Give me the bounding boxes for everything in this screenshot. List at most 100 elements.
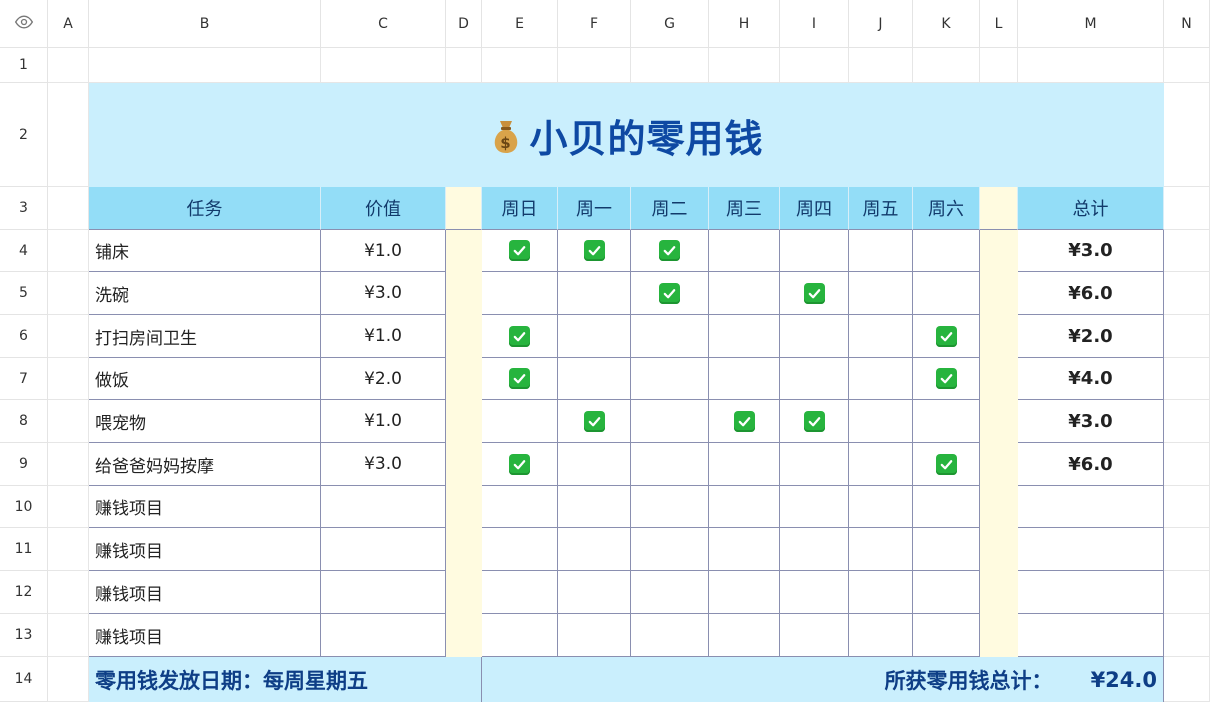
row-header-8[interactable]: 8 [0,400,48,443]
day-cell[interactable] [709,230,780,272]
task-name[interactable]: 给爸爸妈妈按摩 [89,443,321,486]
day-cell[interactable] [780,443,849,486]
day-cell[interactable] [780,315,849,358]
row-header-12[interactable]: 12 [0,571,48,614]
day-cell[interactable] [849,358,913,400]
separator-cell[interactable] [980,272,1018,315]
day-cell[interactable] [913,528,980,571]
day-cell[interactable] [780,400,849,443]
day-cell[interactable] [913,571,980,614]
separator-cell[interactable] [980,486,1018,528]
day-cell[interactable] [913,272,980,315]
cell-a13[interactable] [48,614,89,657]
column-header-m[interactable]: M [1018,0,1164,48]
separator-cell[interactable] [446,443,482,486]
cell-row1[interactable] [1018,48,1164,83]
separator-cell[interactable] [446,486,482,528]
day-cell[interactable] [631,528,709,571]
separator-cell[interactable] [980,315,1018,358]
cell-a6[interactable] [48,315,89,358]
cell-n6[interactable] [1164,315,1210,358]
cell-n7[interactable] [1164,358,1210,400]
header-task[interactable]: 任务 [89,187,321,230]
task-total[interactable] [1018,571,1164,614]
sheet-title[interactable]: $ 小贝的零用钱 [89,83,1164,187]
column-header-e[interactable]: E [482,0,558,48]
cell-n12[interactable] [1164,571,1210,614]
task-value[interactable]: ¥2.0 [321,358,446,400]
day-cell[interactable] [558,272,631,315]
day-cell[interactable] [709,614,780,657]
day-cell[interactable] [849,230,913,272]
cell-a3[interactable] [48,187,89,230]
day-cell[interactable] [849,400,913,443]
cell-row1[interactable] [89,48,321,83]
day-cell[interactable] [558,486,631,528]
task-value[interactable]: ¥3.0 [321,443,446,486]
day-cell[interactable] [482,315,558,358]
row-header-14[interactable]: 14 [0,657,48,702]
day-cell[interactable] [849,528,913,571]
cell-a12[interactable] [48,571,89,614]
day-cell[interactable] [709,315,780,358]
cell-n3[interactable] [1164,187,1210,230]
cell-a1[interactable] [48,48,89,83]
day-cell[interactable] [631,315,709,358]
cell-a10[interactable] [48,486,89,528]
day-cell[interactable] [482,272,558,315]
task-name[interactable]: 喂宠物 [89,400,321,443]
task-value[interactable] [321,528,446,571]
day-cell[interactable] [780,528,849,571]
separator-cell[interactable] [980,528,1018,571]
day-cell[interactable] [780,571,849,614]
task-value[interactable]: ¥1.0 [321,400,446,443]
cell-row1[interactable] [913,48,980,83]
row-header-11[interactable]: 11 [0,528,48,571]
day-cell[interactable] [558,528,631,571]
cell-row1[interactable] [631,48,709,83]
day-cell[interactable] [849,272,913,315]
cell-row1[interactable] [321,48,446,83]
cell-n2[interactable] [1164,83,1210,187]
task-total[interactable]: ¥6.0 [1018,272,1164,315]
row-header-2[interactable]: 2 [0,83,48,187]
day-cell[interactable] [913,400,980,443]
task-total[interactable]: ¥6.0 [1018,443,1164,486]
task-value[interactable]: ¥1.0 [321,315,446,358]
day-cell[interactable] [913,230,980,272]
day-cell[interactable] [482,400,558,443]
separator-cell[interactable] [980,571,1018,614]
day-cell[interactable] [558,443,631,486]
column-header-a[interactable]: A [48,0,89,48]
separator-cell[interactable] [446,230,482,272]
separator-cell[interactable] [446,272,482,315]
task-name[interactable]: 赚钱项目 [89,571,321,614]
day-cell[interactable] [558,400,631,443]
task-total[interactable] [1018,528,1164,571]
payout-date[interactable]: 零用钱发放日期：每周星期五 [89,657,482,702]
cell-a7[interactable] [48,358,89,400]
cell-a8[interactable] [48,400,89,443]
cell-n5[interactable] [1164,272,1210,315]
separator-cell[interactable] [446,187,482,230]
grand-total-cell[interactable]: 所获零用钱总计： ¥24.0 [482,657,1164,702]
row-header-1[interactable]: 1 [0,48,48,83]
cell-n9[interactable] [1164,443,1210,486]
row-header-13[interactable]: 13 [0,614,48,657]
column-header-c[interactable]: C [321,0,446,48]
cell-n1[interactable] [1164,48,1210,83]
cell-n10[interactable] [1164,486,1210,528]
day-cell[interactable] [913,486,980,528]
task-total[interactable]: ¥3.0 [1018,400,1164,443]
task-value[interactable] [321,486,446,528]
day-cell[interactable] [558,315,631,358]
task-value[interactable]: ¥1.0 [321,230,446,272]
day-cell[interactable] [709,571,780,614]
column-header-f[interactable]: F [558,0,631,48]
task-total[interactable]: ¥2.0 [1018,315,1164,358]
cell-a2[interactable] [48,83,89,187]
day-cell[interactable] [849,614,913,657]
task-name[interactable]: 做饭 [89,358,321,400]
day-cell[interactable] [482,486,558,528]
cell-row1[interactable] [849,48,913,83]
